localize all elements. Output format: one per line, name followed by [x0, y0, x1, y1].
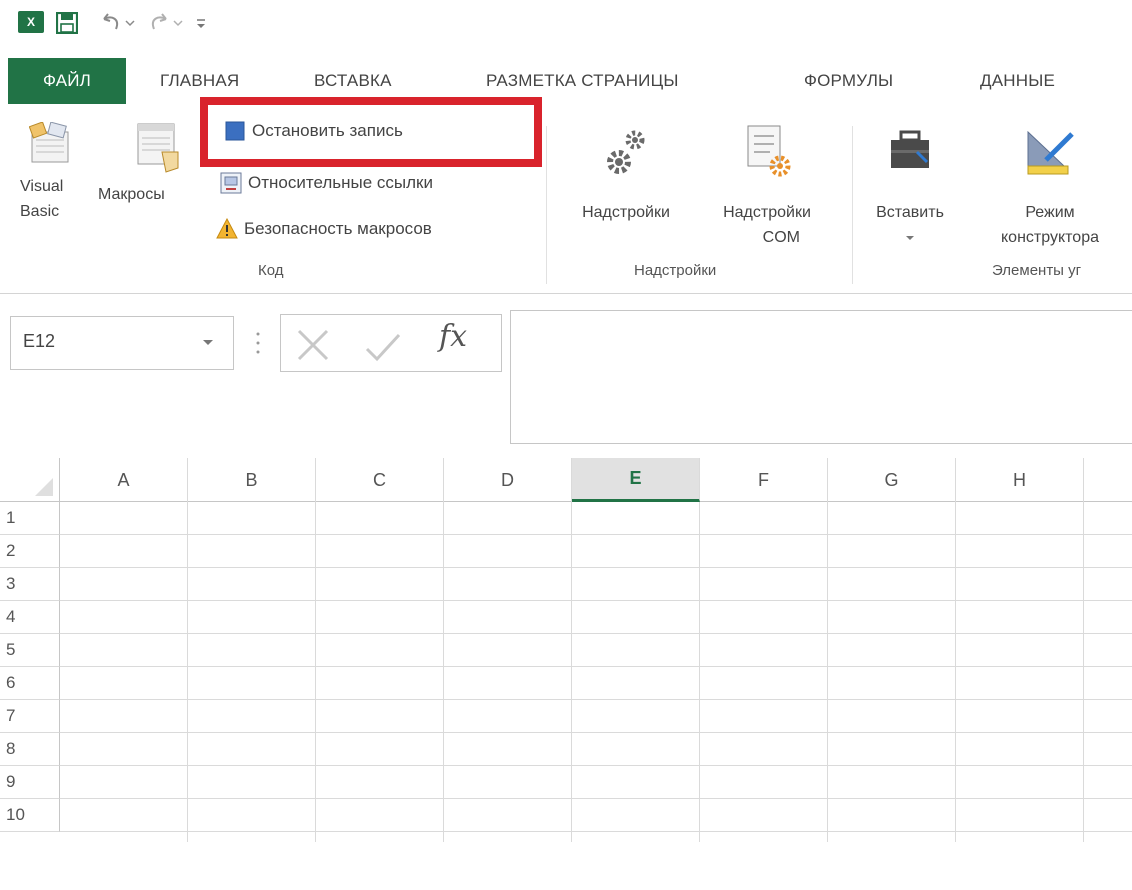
row-header-7[interactable]: 7 [0, 700, 60, 733]
visual-basic-icon [28, 121, 71, 164]
redo-icon[interactable] [146, 10, 186, 36]
excel-logo-letter: X [26, 15, 35, 29]
gridline-vertical [955, 502, 956, 842]
com-addins-label-line2: COM [762, 229, 800, 246]
formula-input[interactable] [510, 310, 1132, 444]
name-box-value: E12 [23, 331, 56, 351]
customize-qat-icon[interactable] [192, 10, 210, 36]
gridline-vertical [827, 502, 828, 842]
visual-basic-label-line2: Basic [20, 203, 60, 220]
group-label-addins: Надстройки [634, 262, 717, 279]
gridline-horizontal [60, 534, 1132, 535]
worksheet-grid[interactable]: ABCDEFGH 1 2 3 4 5 6 7 8 9 10 [0, 458, 1132, 890]
excel-logo-icon: X [18, 11, 44, 33]
com-addins-icon [742, 122, 792, 182]
column-header-a[interactable]: A [60, 458, 188, 502]
chevron-down-icon [858, 225, 962, 250]
relative-references-icon [220, 172, 242, 194]
gridline-vertical [571, 502, 572, 842]
insert-function-button[interactable]: fx [439, 319, 467, 354]
gridline-vertical [315, 502, 316, 842]
relative-references-button[interactable]: Относительные ссылки [220, 168, 433, 198]
gridline-vertical [443, 502, 444, 842]
row-header-6[interactable]: 6 [0, 667, 60, 700]
macros-icon [136, 122, 182, 174]
tab-file[interactable]: ФАЙЛ [8, 58, 126, 104]
enter-check-icon[interactable] [363, 327, 403, 367]
quick-access-toolbar: X [0, 0, 1132, 44]
formula-bar-resize-handle[interactable] [256, 330, 260, 356]
design-mode-label-line2: конструктора [1001, 229, 1099, 246]
gears-icon [601, 122, 651, 182]
row-header-5[interactable]: 5 [0, 634, 60, 667]
group-separator [852, 126, 853, 284]
gridline-horizontal [60, 831, 1132, 832]
row-header-2[interactable]: 2 [0, 535, 60, 568]
visual-basic-label-line1: Visual [20, 178, 64, 195]
macros-label: Макросы [98, 186, 165, 203]
gridline-horizontal [60, 567, 1132, 568]
gridline-horizontal [60, 633, 1132, 634]
row-header-4[interactable]: 4 [0, 601, 60, 634]
column-header-d[interactable]: D [444, 458, 572, 502]
com-addins-button[interactable]: Надстройки COM [696, 122, 838, 250]
insert-control-label: Вставить [876, 204, 944, 221]
row-header-3[interactable]: 3 [0, 568, 60, 601]
gridline-horizontal [60, 765, 1132, 766]
row-header-1[interactable]: 1 [0, 502, 60, 535]
gridline-vertical [1083, 502, 1084, 842]
com-addins-label-line1: Надстройки [723, 204, 811, 221]
macros-button[interactable]: Макросы [98, 122, 210, 207]
gridline-horizontal [60, 732, 1132, 733]
design-mode-button[interactable]: Режим конструктора [968, 122, 1132, 250]
tab-data[interactable]: ДАННЫЕ [980, 58, 1055, 104]
row-header-10[interactable]: 10 [0, 799, 60, 832]
row-header-8[interactable]: 8 [0, 733, 60, 766]
select-all-triangle-icon [35, 478, 53, 496]
save-icon[interactable] [54, 10, 80, 36]
group-label-code: Код [258, 262, 284, 279]
tab-formulas[interactable]: ФОРМУЛЫ [804, 58, 893, 104]
cancel-icon[interactable] [293, 325, 333, 365]
column-header-g[interactable]: G [828, 458, 956, 502]
ribbon-tabs: ФАЙЛ ГЛАВНАЯ ВСТАВКА РАЗМЕТКА СТРАНИЦЫ Ф… [0, 58, 1132, 104]
undo-icon[interactable] [98, 10, 138, 36]
column-header-row: ABCDEFGH [0, 458, 1132, 502]
gridline-horizontal [60, 600, 1132, 601]
column-header-c[interactable]: C [316, 458, 444, 502]
highlight-box [200, 97, 542, 167]
design-mode-icon [1020, 122, 1080, 182]
chevron-down-icon[interactable] [201, 335, 215, 349]
gridline-horizontal [60, 798, 1132, 799]
ribbon: Visual Basic Макросы Остановить запись О… [0, 104, 1132, 294]
column-header-f[interactable]: F [700, 458, 828, 502]
insert-control-button[interactable]: Вставить [858, 122, 962, 250]
macro-security-button[interactable]: Безопасность макросов [216, 214, 432, 244]
warning-icon [216, 218, 238, 240]
formula-bar-buttons: fx [280, 314, 502, 372]
group-separator [546, 126, 547, 284]
relative-references-label: Относительные ссылки [248, 173, 433, 192]
gridline-vertical [699, 502, 700, 842]
column-header-b[interactable]: B [188, 458, 316, 502]
select-all-corner[interactable] [0, 458, 60, 502]
toolbox-icon [887, 122, 933, 178]
visual-basic-button[interactable]: Visual Basic [20, 121, 80, 224]
macro-security-label: Безопасность макросов [244, 219, 432, 238]
gridline-horizontal [60, 699, 1132, 700]
addins-button[interactable]: Надстройки [560, 122, 692, 225]
addins-label: Надстройки [582, 204, 670, 221]
gridline-vertical [187, 502, 188, 842]
name-box[interactable]: E12 [10, 316, 234, 370]
row-header-9[interactable]: 9 [0, 766, 60, 799]
column-header-e[interactable]: E [572, 458, 700, 502]
group-label-controls: Элементы уг [992, 262, 1082, 279]
column-header-h[interactable]: H [956, 458, 1084, 502]
design-mode-label-line1: Режим [1025, 204, 1075, 221]
gridline-horizontal [60, 666, 1132, 667]
